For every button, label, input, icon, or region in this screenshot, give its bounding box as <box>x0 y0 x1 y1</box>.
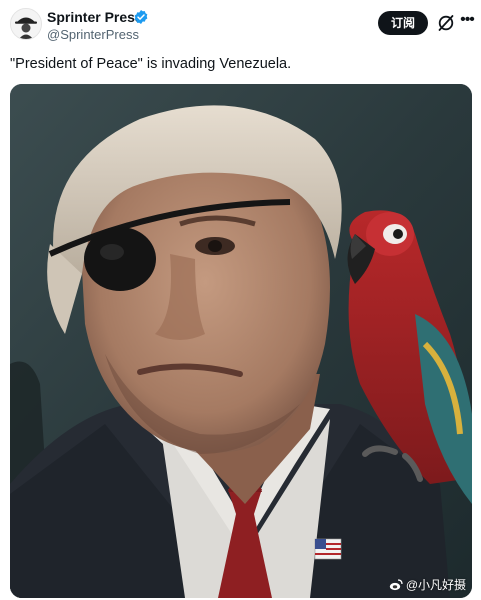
author-avatar[interactable] <box>10 8 42 40</box>
watermark-text: @小凡好摄 <box>405 578 466 592</box>
more-dots-icon[interactable]: ••• <box>458 9 476 31</box>
author-display-name[interactable]: Sprinter Press <box>47 9 143 25</box>
portrait-illustration <box>10 84 472 598</box>
author-handle[interactable]: @SprinterPress <box>47 27 139 42</box>
post-header: Sprinter Press @SprinterPress 订阅 ••• <box>0 0 481 50</box>
weibo-watermark: @小凡好摄 <box>389 578 466 592</box>
weibo-icon <box>389 579 403 591</box>
post-text: "President of Peace" is invading Venezue… <box>10 56 292 72</box>
grok-slash-icon[interactable] <box>436 13 456 33</box>
subscribe-button[interactable]: 订阅 <box>378 11 428 35</box>
post-media-image[interactable]: @小凡好摄 <box>10 84 472 598</box>
verified-badge-icon <box>134 10 148 24</box>
hat-portrait-logo-icon <box>11 9 41 39</box>
